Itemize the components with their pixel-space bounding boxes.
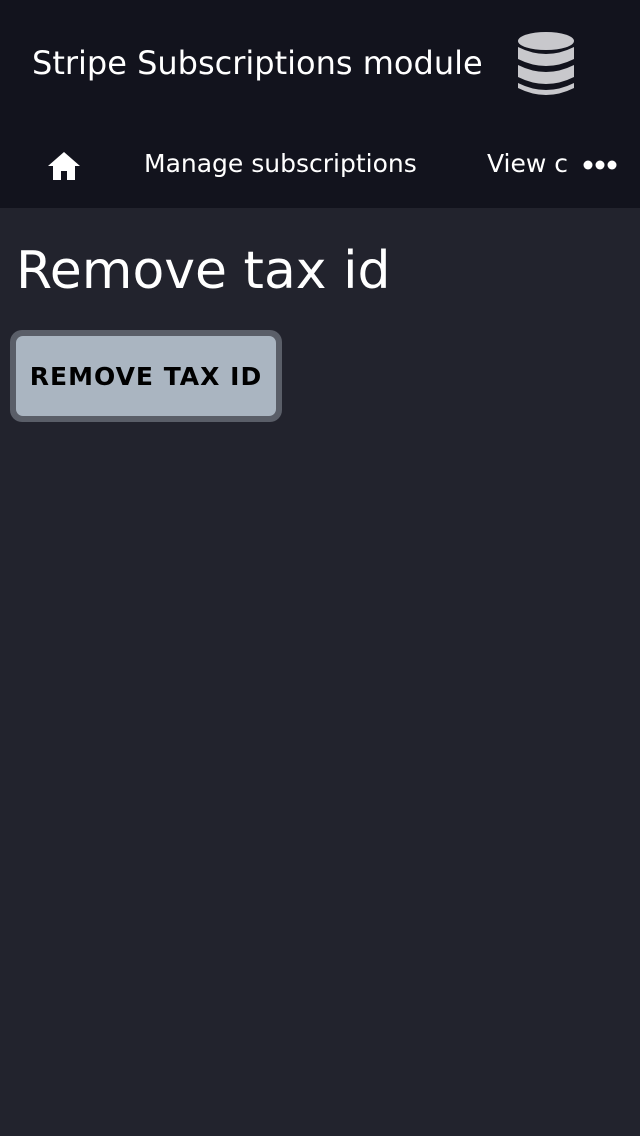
app-header: Stripe Subscriptions module Manage subsc… (0, 0, 640, 208)
remove-tax-id-button[interactable]: REMOVE TAX ID (10, 330, 282, 422)
nav-link-view[interactable]: View c (487, 146, 571, 182)
more-horizontal-icon[interactable] (582, 156, 618, 174)
app-title: Stripe Subscriptions module (32, 44, 483, 82)
page-title: Remove tax id (16, 241, 391, 301)
nav-link-manage-subscriptions[interactable]: Manage subscriptions (144, 146, 417, 182)
database-icon[interactable] (516, 30, 576, 98)
home-icon[interactable] (46, 148, 82, 184)
remove-tax-id-button-label: REMOVE TAX ID (16, 336, 276, 416)
nav-bar: Manage subscriptions View c (0, 126, 640, 208)
title-bar: Stripe Subscriptions module (0, 0, 640, 126)
